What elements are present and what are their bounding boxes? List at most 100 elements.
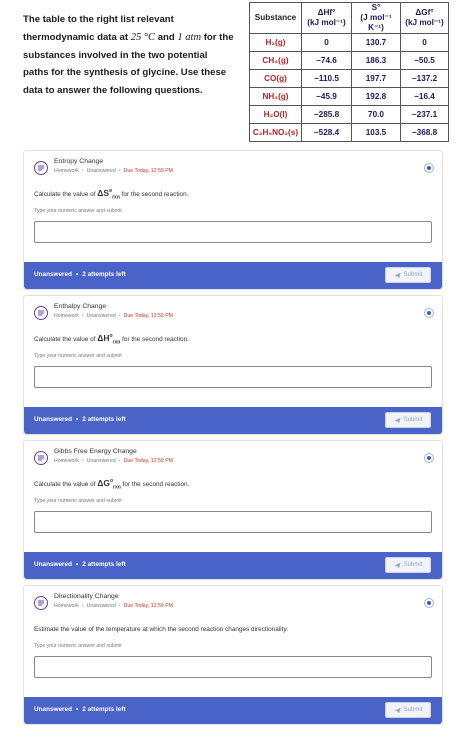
submit-label: Submit — [403, 562, 423, 568]
substance-cell: H₂O(l) — [249, 105, 302, 124]
info-dot-icon[interactable] — [424, 453, 434, 463]
enthalpy-cell: −74.6 — [301, 51, 352, 70]
question-meta: Homework • Unanswered • Due Today, 12:59 PM — [54, 313, 173, 319]
submit-button[interactable]: Submit — [385, 267, 431, 283]
question-type: Homework — [54, 458, 79, 464]
question-prompt: Calculate the value of ΔGorxn for the se… — [34, 478, 189, 491]
intro-pressure: 1 atm — [177, 31, 202, 43]
question-state: Unanswered — [86, 603, 116, 609]
prompt-text-end: for the second reaction. — [120, 481, 190, 488]
enthalpy-cell: −45.9 — [301, 87, 352, 106]
header-substance: Substance — [249, 2, 302, 34]
answer-hint: Type your numeric answer and submit — [34, 208, 122, 214]
gibbs-cell: −368.8 — [400, 123, 449, 142]
enthalpy-cell: −285.8 — [301, 105, 352, 124]
submit-button[interactable]: Submit — [385, 702, 431, 718]
substance-cell: C₂H₅NO₂(s) — [249, 123, 302, 142]
paper-plane-icon — [394, 417, 401, 423]
question-header: Gibbs Free Energy Change Homework • Unansw… — [34, 448, 434, 471]
answer-input[interactable] — [34, 511, 432, 533]
question-prompt: Calculate the value of ΔHorxn for the se… — [34, 333, 189, 346]
question-prompt: Estimate the value of the temperature at… — [34, 623, 288, 636]
question-due: Due Today, 12:59 PM — [123, 168, 173, 174]
question-list-icon — [34, 306, 48, 320]
answer-input[interactable] — [34, 366, 432, 388]
submit-button[interactable]: Submit — [385, 412, 431, 428]
question-card: Directionality Change Homework • Unanswere… — [23, 585, 443, 725]
table-row: H₂(g) 0 130.7 0 — [249, 33, 449, 52]
question-footer: Unanswered • 2 attempts left Submit — [24, 697, 442, 724]
question-title: Enthalpy Change — [54, 303, 107, 310]
attempts-left: 2 attempts left — [82, 706, 126, 713]
answer-input[interactable] — [34, 221, 432, 243]
prompt-text: Estimate the value of the temperature at… — [34, 626, 288, 633]
substance-cell: NH₃(g) — [249, 87, 302, 106]
question-header: Directionality Change Homework • Unanswere… — [34, 593, 434, 616]
question-meta: Homework • Unanswered • Due Today, 12:59 PM — [54, 603, 173, 609]
submit-label: Submit — [403, 272, 423, 278]
gibbs-cell: −137.2 — [400, 69, 449, 88]
table-row: CO(g) −110.5 197.7 −137.2 — [249, 69, 449, 88]
entropy-cell: 186.3 — [351, 51, 401, 70]
enthalpy-cell: −528.4 — [301, 123, 352, 142]
enthalpy-cell: 0 — [301, 33, 352, 52]
attempts-left: 2 attempts left — [82, 561, 126, 568]
question-list-icon — [34, 161, 48, 175]
question-title: Directionality Change — [54, 593, 119, 600]
paper-plane-icon — [394, 707, 401, 713]
info-dot-icon[interactable] — [424, 163, 434, 173]
info-dot-icon[interactable] — [424, 308, 434, 318]
table-row: C₂H₅NO₂(s) −528.4 103.5 −368.8 — [249, 123, 449, 142]
attempt-status: Unanswered • 2 attempts left — [34, 561, 126, 568]
question-footer: Unanswered • 2 attempts left Submit — [24, 262, 442, 289]
entropy-cell: 103.5 — [351, 123, 401, 142]
answer-hint: Type your numeric answer and submit — [34, 643, 122, 649]
submit-button[interactable]: Submit — [385, 557, 431, 573]
intro-text: The table to the right list relevant the… — [23, 11, 235, 100]
question-header: Entropy Change Homework • Unanswered • Due T… — [34, 158, 434, 181]
entropy-cell: 70.0 — [351, 105, 401, 124]
prompt-text-end: for the second reaction. — [120, 336, 189, 343]
substance-cell: H₂(g) — [249, 33, 302, 52]
submit-label: Submit — [403, 707, 423, 713]
question-card: Gibbs Free Energy Change Homework • Unansw… — [23, 440, 443, 580]
question-state: Unanswered — [86, 168, 116, 174]
question-list-icon — [34, 596, 48, 610]
table-row: CH₄(g) −74.6 186.3 −50.5 — [249, 51, 449, 70]
submit-label: Submit — [403, 417, 423, 423]
table-row: H₂O(l) −285.8 70.0 −237.1 — [249, 105, 449, 124]
answer-hint: Type your numeric answer and submit — [34, 498, 122, 504]
status-text: Unanswered — [34, 706, 73, 713]
info-dot-icon[interactable] — [424, 598, 434, 608]
status-text: Unanswered — [34, 271, 73, 278]
question-footer: Unanswered • 2 attempts left Submit — [24, 407, 442, 434]
question-header: Enthalpy Change Homework • Unanswered • Due … — [34, 303, 434, 326]
gibbs-cell: 0 — [400, 33, 449, 52]
status-text: Unanswered — [34, 561, 73, 568]
question-type: Homework — [54, 313, 79, 319]
attempt-status: Unanswered • 2 attempts left — [34, 271, 126, 278]
substance-cell: CO(g) — [249, 69, 302, 88]
question-card: Entropy Change Homework • Unanswered • Due T… — [23, 150, 443, 290]
paper-plane-icon — [394, 272, 401, 278]
prompt-text: Calculate the value of — [34, 191, 98, 198]
header-gibbs: ΔGf° (kJ mol⁻¹) — [400, 2, 449, 34]
prompt-symbol: ΔGorxn — [97, 478, 121, 491]
question-footer: Unanswered • 2 attempts left Submit — [24, 552, 442, 579]
gibbs-cell: −237.1 — [400, 105, 449, 124]
prompt-symbol: ΔSorxn — [97, 188, 120, 201]
question-title: Entropy Change — [54, 158, 104, 165]
enthalpy-cell: −110.5 — [301, 69, 352, 88]
prompt-text-end: for the second reaction. — [119, 191, 189, 198]
question-type: Homework — [54, 168, 79, 174]
entropy-cell: 192.8 — [351, 87, 401, 106]
paper-plane-icon — [394, 562, 401, 568]
header-enthalpy: ΔHf° (kJ mol⁻¹) — [301, 2, 352, 34]
answer-input[interactable] — [34, 656, 432, 678]
intro-temperature: 25 °C — [130, 31, 156, 43]
answer-hint: Type your numeric answer and submit — [34, 353, 122, 359]
question-card: Enthalpy Change Homework • Unanswered • Due … — [23, 295, 443, 435]
question-meta: Homework • Unanswered • Due Today, 12:59 PM — [54, 168, 173, 174]
attempt-status: Unanswered • 2 attempts left — [34, 706, 126, 713]
attempt-status: Unanswered • 2 attempts left — [34, 416, 126, 423]
